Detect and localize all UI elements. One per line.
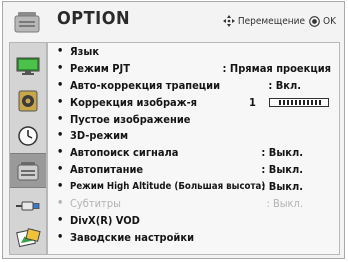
menu-item-auto-search-signal[interactable]: • Автопоиск сигнала : Выкл.	[48, 145, 339, 162]
category-sidebar	[9, 42, 47, 255]
option-icon	[17, 161, 39, 180]
menu-item-subtitles: • Субтитры : Выкл.	[57, 196, 303, 211]
page-title: OPTION	[57, 8, 131, 29]
menu-item-label: Коррекция изображ-я	[70, 95, 198, 109]
menu-item-label: Пустое изображение	[70, 112, 191, 126]
menu-item-value: : Выкл.	[261, 146, 303, 160]
menu-item-label: Авто-коррекция трапеции	[70, 78, 221, 92]
speaker-icon	[18, 90, 38, 111]
input-icon	[16, 201, 40, 210]
menu-header: OPTION Перемещение OK	[3, 2, 344, 42]
sidebar-item-audio[interactable]	[10, 83, 46, 118]
option-menu-list: • Язык • Режим PJT : Прямая проекция • А…	[48, 44, 339, 247]
menu-item-blank-image[interactable]: • Пустое изображение	[48, 112, 339, 129]
option-menu-panel: • Язык • Режим PJT : Прямая проекция • А…	[47, 42, 340, 255]
menu-item-value: : Прямая проекция	[222, 61, 331, 75]
menu-item-label: Заводские настройки	[70, 230, 195, 244]
ok-hint-label: OK	[323, 15, 336, 27]
menu-item-value: : Выкл.	[261, 180, 303, 194]
menu-item-factory-reset[interactable]: • Заводские настройки	[48, 230, 339, 247]
sidebar-item-picture[interactable]	[10, 48, 46, 83]
menu-item-label: Субтитры	[70, 197, 121, 211]
menu-item-auto-power[interactable]: • Автопитание : Выкл.	[48, 162, 339, 179]
ok-button-icon	[309, 15, 320, 27]
menu-item-3d-mode[interactable]: • 3D-режим	[48, 128, 339, 145]
menu-item-label: Автопоиск сигнала	[70, 146, 179, 160]
menu-item-language[interactable]: • Язык	[48, 44, 339, 61]
menu-item-value: : Выкл.	[266, 197, 303, 211]
menu-item-label: Режим PJT	[70, 61, 130, 75]
sidebar-item-time[interactable]	[10, 118, 46, 153]
menu-item-high-altitude[interactable]: • Режим High Altitude (Большая высота) :…	[48, 179, 339, 196]
picture-icon	[16, 57, 40, 75]
menu-item-label: 3D-режим	[70, 129, 129, 143]
option-icon	[14, 12, 40, 33]
gauge-fill	[279, 99, 323, 105]
menu-item-value: 1	[249, 95, 256, 109]
move-hint-label: Перемещение	[237, 15, 306, 27]
menu-item-label: DivX(R) VOD	[70, 213, 140, 227]
menu-item-auto-keystone[interactable]: • Авто-коррекция трапеции : Вкл.	[48, 78, 339, 95]
clock-icon	[18, 125, 38, 146]
menu-item-pjt-mode[interactable]: • Режим PJT : Прямая проекция	[48, 61, 339, 78]
menu-item-label: Язык	[70, 45, 100, 58]
menu-item-value: : Вкл.	[268, 78, 301, 92]
media-icon	[16, 227, 41, 247]
option-menu-window: OPTION Перемещение OK • Язык • Режим PJT…	[2, 1, 345, 259]
sidebar-item-input[interactable]	[10, 188, 46, 223]
menu-item-label: Автопитание	[70, 163, 144, 177]
sidebar-item-media[interactable]	[10, 220, 46, 255]
menu-item-value: : Выкл.	[261, 163, 303, 177]
menu-item-divx-vod[interactable]: • DivX(R) VOD	[48, 213, 339, 230]
menu-item-picture-correction[interactable]: • Коррекция изображ-я 1	[48, 95, 339, 112]
sidebar-item-option[interactable]	[10, 153, 46, 188]
menu-item-label: Режим High Altitude (Большая высота)	[70, 181, 266, 193]
navigation-hint: Перемещение OK	[222, 15, 336, 27]
move-arrows-icon	[222, 15, 235, 27]
correction-level-gauge[interactable]	[269, 97, 329, 107]
